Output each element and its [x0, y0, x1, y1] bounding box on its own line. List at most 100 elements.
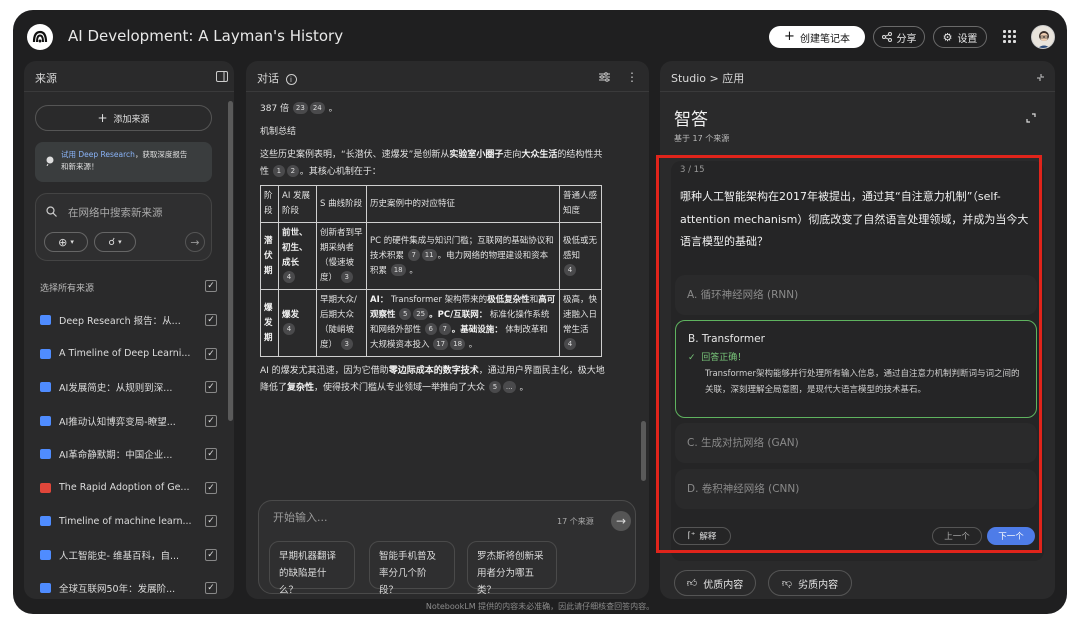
document-icon	[40, 482, 51, 493]
notebook-title[interactable]: AI Development: A Layman's History	[68, 27, 343, 45]
citation-chip[interactable]: 4	[564, 338, 576, 350]
share-button[interactable]: 分享	[873, 26, 925, 48]
source-checkbox[interactable]: ✓	[205, 582, 217, 594]
citation-chip[interactable]: 7	[438, 323, 451, 335]
research-mode-dropdown[interactable]: ☌ ▾	[94, 232, 136, 252]
citation-chip[interactable]: 17	[433, 338, 449, 350]
source-checkbox[interactable]: ✓	[205, 414, 217, 427]
source-item[interactable]: AI推动认知博弈变局-瞭望...	[40, 413, 210, 429]
option-a[interactable]: A. 循环神经网络 (RNN)	[675, 275, 1037, 315]
source-checkbox[interactable]: ✓	[205, 381, 217, 393]
bad-content-button[interactable]: 👎︎ 劣质内容	[768, 570, 852, 596]
chat-message: 387 倍 23 24 。 机制总结 这些历史案例表明，“长潜伏、速爆发”是创新从…	[260, 101, 606, 397]
bad-content-label: 劣质内容	[798, 579, 839, 591]
citation-chip[interactable]: 6	[424, 323, 437, 335]
citation-chip[interactable]: 2	[286, 165, 299, 177]
source-checkbox[interactable]: ✓	[205, 448, 217, 460]
tune-icon[interactable]	[599, 72, 610, 82]
option-d[interactable]: D. 卷积神经网络 (CNN)	[675, 469, 1037, 509]
chat-text: AI 的爆发尤其迅速，因为它借助	[260, 366, 389, 376]
citation-chip[interactable]: ...	[502, 381, 516, 393]
quiz-source-count: 基于 17 个来源	[674, 134, 730, 143]
cell-text: 前世、初生、成长	[282, 228, 308, 268]
option-b[interactable]: B. Transformer ✓ 回答正确！ Transformer架构能够并行…	[675, 320, 1037, 418]
select-all-label: 选择所有来源	[40, 284, 95, 294]
citation-chip[interactable]: 11	[421, 248, 437, 261]
notebooklm-logo-icon[interactable]	[27, 24, 53, 50]
citation-chip[interactable]: 4	[564, 263, 576, 276]
settings-button[interactable]: ⚙ 设置	[933, 26, 987, 48]
source-item[interactable]: AI发展简史：从规则到深...	[40, 379, 210, 395]
citation-chip[interactable]: 1	[272, 165, 285, 177]
good-content-button[interactable]: 👍︎ 优质内容	[674, 570, 756, 596]
send-button[interactable]: →	[611, 511, 631, 531]
deep-research-banner[interactable]: 试用 Deep Research，获取深度报告 和新来源！	[35, 142, 212, 182]
citation-chip[interactable]: 3	[340, 338, 353, 350]
source-item-label: AI发展简史：从规则到深...	[59, 383, 173, 394]
expand-icon[interactable]	[1026, 113, 1036, 123]
source-item[interactable]: 全球互联网50年：发展阶...	[40, 580, 210, 596]
create-notebook-label: 创建笔记本	[799, 33, 850, 45]
web-source-dropdown[interactable]: ⊕ ▾	[44, 232, 88, 252]
select-all-checkbox[interactable]: ✓	[205, 280, 217, 292]
source-item[interactable]: The Rapid Adoption of Ge...	[40, 480, 210, 496]
chat-input-box[interactable]: 开始输入... 17 个来源 → 早期机器翻译的缺陷是什么？ 智能手机普及率分几…	[258, 500, 636, 596]
chat-text: 走向	[503, 150, 522, 160]
deep-research-text: ，获取深度报告	[134, 150, 188, 159]
sources-scrollbar[interactable]	[228, 101, 233, 421]
cell-bold-text: 。PC/互联网：	[429, 310, 488, 320]
document-icon	[40, 449, 51, 459]
source-item[interactable]: Timeline of machine learn...	[40, 513, 210, 529]
explain-button[interactable]: ⌈⁺ 解释	[673, 527, 731, 545]
add-source-button[interactable]: + 添加来源	[35, 105, 212, 131]
source-item-label: 人工智能史- 维基百科，自...	[59, 550, 180, 562]
source-checkbox[interactable]: ✓	[205, 548, 217, 561]
collapse-arrows-icon[interactable]	[1036, 73, 1045, 82]
source-item[interactable]: Deep Research 报告：从...	[40, 312, 210, 328]
web-search-box[interactable]: 在网络中搜索新来源 ⊕ ▾ ☌ ▾ →	[35, 193, 212, 261]
citation-chip[interactable]: 4	[283, 271, 295, 283]
option-label: B. Transformer	[688, 333, 765, 345]
breadcrumb-studio[interactable]: Studio	[671, 72, 706, 85]
source-item[interactable]: A Timeline of Deep Learni...	[40, 346, 210, 362]
create-notebook-button[interactable]: + 创建笔记本	[769, 26, 865, 48]
option-c[interactable]: C. 生成对抗网络 (GAN)	[675, 423, 1037, 463]
web-search-input[interactable]: 在网络中搜索新来源	[68, 205, 163, 220]
citation-chip[interactable]: 23	[292, 102, 308, 114]
next-button[interactable]: 下一个	[987, 527, 1035, 545]
citation-chip[interactable]: 24	[309, 102, 325, 114]
source-item[interactable]: 人工智能史- 维基百科，自...	[40, 547, 210, 563]
table-header-row: 阶段 AI 发展阶段 S 曲线阶段 历史案例中的对应特征 普通人感知度	[260, 185, 602, 223]
citation-chip[interactable]: 5	[399, 308, 412, 320]
citation-chip[interactable]: 7	[407, 248, 420, 261]
submit-search-button[interactable]: →	[185, 232, 205, 252]
chat-input[interactable]: 开始输入...	[273, 509, 328, 525]
collapse-panel-icon[interactable]	[216, 71, 228, 82]
citation-chip[interactable]: 4	[283, 323, 295, 335]
citation-chip[interactable]: 18	[390, 263, 406, 276]
answer-explanation: Transformer架构能够并行处理所有输入信息，通过自注意力机制判断词与词之…	[705, 369, 1020, 395]
citation-chip[interactable]: 5	[488, 381, 501, 393]
source-checkbox[interactable]: ✓	[205, 314, 217, 326]
source-item[interactable]: AI革命静默期：中国企业...	[40, 446, 210, 462]
citation-chip[interactable]: 18	[450, 338, 466, 350]
document-icon	[40, 583, 51, 593]
source-checkbox[interactable]: ✓	[205, 481, 217, 494]
deep-research-link[interactable]: 试用 Deep Research	[61, 150, 135, 159]
chat-scrollbar[interactable]	[641, 421, 646, 481]
suggestion-chip[interactable]: 罗杰斯将创新采用者分为哪五类？	[467, 541, 557, 596]
source-checkbox[interactable]: ✓	[205, 515, 217, 527]
previous-button[interactable]: 上一个	[932, 527, 982, 545]
suggestion-chip[interactable]: 早期机器翻译的缺陷是什么？	[269, 541, 355, 596]
info-icon[interactable]: i	[285, 74, 297, 85]
apps-grid-icon[interactable]	[1003, 30, 1017, 44]
top-bar: AI Development: A Layman's History + 创建笔…	[13, 10, 1067, 62]
citation-chip[interactable]: 25	[413, 308, 429, 320]
user-avatar[interactable]	[1031, 25, 1055, 49]
cell-bold-text: 极低复杂性	[487, 295, 530, 305]
source-checkbox[interactable]: ✓	[205, 347, 217, 360]
more-vert-icon[interactable]: ⋮	[626, 70, 638, 84]
suggestion-chip[interactable]: 智能手机普及率分几个阶段？	[369, 541, 455, 596]
source-item-label: AI革命静默期：中国企业...	[59, 450, 173, 461]
citation-chip[interactable]: 3	[340, 271, 353, 283]
